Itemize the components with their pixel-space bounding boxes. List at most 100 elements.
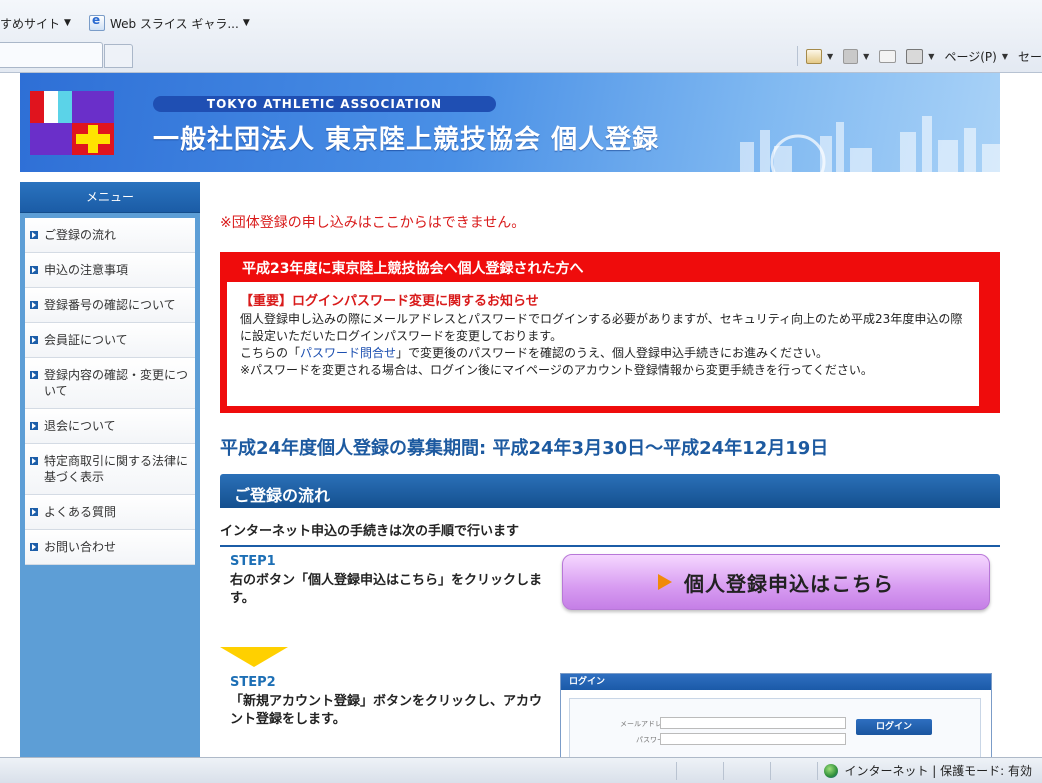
arrow-right-icon xyxy=(30,543,38,551)
print-button[interactable]: ▼ xyxy=(906,48,934,64)
chevron-down-icon[interactable]: ▼ xyxy=(827,52,833,61)
login-preview-header: ログイン xyxy=(561,674,991,690)
printer-icon xyxy=(906,48,924,64)
announcement-body: 【重要】ログインパスワード変更に関するお知らせ 個人登録申し込みの際にメールアド… xyxy=(227,282,979,406)
chevron-down-icon[interactable]: ▼ xyxy=(863,52,869,61)
toolbar-separator xyxy=(796,46,798,66)
password-change-announcement: 平成23年度に東京陸上競技協会へ個人登録された方へ 【重要】ログインパスワード変… xyxy=(220,252,1000,413)
association-logo xyxy=(30,91,114,155)
chevron-down-icon[interactable]: ▼ xyxy=(64,18,71,28)
feeds-button[interactable]: ▼ xyxy=(843,48,869,64)
text-fragment: 」で変更後のパスワードを確認のうえ、個人登録申込手続きにお進みください。 xyxy=(396,346,829,360)
arrow-right-icon xyxy=(30,231,38,239)
tab-row: ▼ ▼ ▼ ページ(P) ▼ セー xyxy=(0,40,1042,72)
arrow-right-icon xyxy=(30,508,38,516)
favorite-label: すめサイト xyxy=(0,16,61,31)
sidebar: メニュー ご登録の流れ 申込の注意事項 登録番号の確認について 会員証について … xyxy=(20,182,200,757)
sidebar-item-label: 会員証について xyxy=(44,333,128,347)
command-bar: ▼ ▼ ▼ ページ(P) ▼ セー xyxy=(789,44,1042,68)
announcement-text: ※パスワードを変更される場合は、ログイン後にマイページのアカウント登録情報から変… xyxy=(240,363,873,377)
sidebar-item-label: 退会について xyxy=(44,419,116,433)
sidebar-item-label: 申込の注意事項 xyxy=(44,263,129,277)
sidebar-item-label: お問い合わせ xyxy=(44,540,117,554)
page-title: 一般社団法人 東京陸上競技協会 個人登録 xyxy=(153,125,660,155)
chevron-down-icon[interactable]: ▼ xyxy=(243,18,250,28)
ie-icon xyxy=(88,13,105,31)
sidebar-item-membership-card[interactable]: 会員証について xyxy=(25,323,195,358)
mail-icon xyxy=(879,49,897,63)
login-preview-form: メールアドレス パスワード ログイン xyxy=(569,698,981,757)
site-header: TOKYO ATHLETIC ASSOCIATION 一般社団法人 東京陸上競技… xyxy=(20,73,1000,172)
sidebar-item-application-notes[interactable]: 申込の注意事項 xyxy=(25,253,195,288)
announcement-title: 平成23年度に東京陸上競技協会へ個人登録された方へ xyxy=(242,261,584,277)
announcement-text: 個人登録申し込みの際にメールアドレスとパスワードでログインする必要がありますが、… xyxy=(240,312,963,343)
city-skyline-graphic xyxy=(740,116,1000,172)
chevron-down-icon[interactable]: ▼ xyxy=(928,52,934,61)
security-zone-label: インターネット | 保護モード: 有効 xyxy=(844,764,1032,778)
step-1: STEP1 右のボタン「個人登録申込はこちら」をクリックします。 xyxy=(230,554,550,608)
important-heading: 【重要】ログインパスワード変更に関するお知らせ xyxy=(240,294,539,309)
button-label: 個人登録申込はこちら xyxy=(684,571,894,596)
sidebar-item-label: よくある質問 xyxy=(44,505,117,519)
favorite-suggested-sites[interactable]: すめサイト ▼ xyxy=(0,15,71,32)
sidebar-heading: メニュー xyxy=(20,182,200,213)
sidebar-item-registration-number[interactable]: 登録番号の確認について xyxy=(25,288,195,323)
password-inquiry-link[interactable]: パスワード問合せ xyxy=(300,346,396,360)
play-arrow-icon xyxy=(658,574,672,590)
sidebar-item-withdrawal[interactable]: 退会について xyxy=(25,409,195,444)
step-2: STEP2 「新規アカウント登録」ボタンをクリックし、アカウント登録をします。 xyxy=(230,675,550,729)
safety-menu[interactable]: セー xyxy=(1018,48,1042,65)
sidebar-item-contact[interactable]: お問い合わせ xyxy=(25,530,195,565)
sidebar-item-commercial-law[interactable]: 特定商取引に関する法律に基づく表示 xyxy=(25,444,195,495)
step-description: 右のボタン「個人登録申込はこちら」をクリックします。 xyxy=(230,573,543,606)
new-tab-button[interactable] xyxy=(104,44,133,68)
sidebar-item-label: 特定商取引に関する法律に基づく表示 xyxy=(44,454,189,484)
step-label: STEP2 xyxy=(230,675,276,690)
sidebar-menu: ご登録の流れ 申込の注意事項 登録番号の確認について 会員証について 登録内容の… xyxy=(25,218,195,565)
arrow-right-icon xyxy=(30,266,38,274)
mail-button[interactable] xyxy=(879,49,897,63)
login-screen-preview: ログイン メールアドレス パスワード ログイン xyxy=(560,673,992,757)
security-zone[interactable]: インターネット | 保護モード: 有効 xyxy=(817,761,1042,780)
apply-individual-registration-button[interactable]: 個人登録申込はこちら xyxy=(562,554,990,610)
email-field xyxy=(660,717,846,729)
page-menu-label: ページ(P) xyxy=(944,49,997,64)
web-page: TOKYO ATHLETIC ASSOCIATION 一般社団法人 東京陸上競技… xyxy=(0,73,1042,757)
password-field xyxy=(660,733,846,745)
status-cell xyxy=(676,761,723,780)
status-cell xyxy=(723,761,770,780)
home-button[interactable]: ▼ xyxy=(805,48,833,64)
sidebar-item-registration-flow[interactable]: ご登録の流れ xyxy=(25,218,195,253)
arrow-right-icon xyxy=(30,457,38,465)
step-label: STEP1 xyxy=(230,554,276,569)
safety-menu-label: セー xyxy=(1017,49,1042,64)
association-name-banner: TOKYO ATHLETIC ASSOCIATION xyxy=(153,96,496,112)
sidebar-item-confirm-change[interactable]: 登録内容の確認・変更について xyxy=(25,358,195,409)
favorites-bar: すめサイト ▼ Web スライス ギャラ... ▼ xyxy=(0,10,268,36)
chevron-down-icon[interactable]: ▼ xyxy=(1002,52,1008,61)
sidebar-item-label: 登録内容の確認・変更について xyxy=(44,368,189,398)
registration-period: 平成24年度個人登録の募集期間: 平成24年3月30日〜平成24年12月19日 xyxy=(220,438,829,459)
sidebar-item-faq[interactable]: よくある質問 xyxy=(25,495,195,530)
page-menu[interactable]: ページ(P) ▼ xyxy=(944,48,1008,65)
text-fragment: こちらの「 xyxy=(240,346,301,360)
login-button: ログイン xyxy=(856,719,932,735)
status-cell xyxy=(770,761,817,780)
favorite-web-slice-gallery[interactable]: Web スライス ギャラ... ▼ xyxy=(88,13,250,32)
arrow-right-icon xyxy=(30,422,38,430)
section-title: ご登録の流れ xyxy=(234,486,331,505)
group-registration-notice: ※団体登録の申し込みはここからはできません。 xyxy=(220,215,526,231)
browser-tab[interactable] xyxy=(0,42,103,68)
section-header: ご登録の流れ xyxy=(220,474,1000,508)
sidebar-item-label: ご登録の流れ xyxy=(44,228,117,242)
status-bar: インターネット | 保護モード: 有効 xyxy=(0,757,1042,783)
announcement-text: こちらの「パスワード問合せ」で変更後のパスワードを確認のうえ、個人登録申込手続き… xyxy=(240,345,972,362)
status-cells: インターネット | 保護モード: 有効 xyxy=(676,758,1042,783)
rss-icon xyxy=(843,48,859,64)
sidebar-item-label: 登録番号の確認について xyxy=(44,298,176,312)
browser-chrome: すめサイト ▼ Web スライス ギャラ... ▼ ▼ ▼ xyxy=(0,0,1042,73)
globe-icon xyxy=(824,763,839,778)
arrow-right-icon xyxy=(30,371,38,379)
section-subtitle: インターネット申込の手続きは次の手順で行います xyxy=(220,520,1000,547)
arrow-right-icon xyxy=(30,301,38,309)
